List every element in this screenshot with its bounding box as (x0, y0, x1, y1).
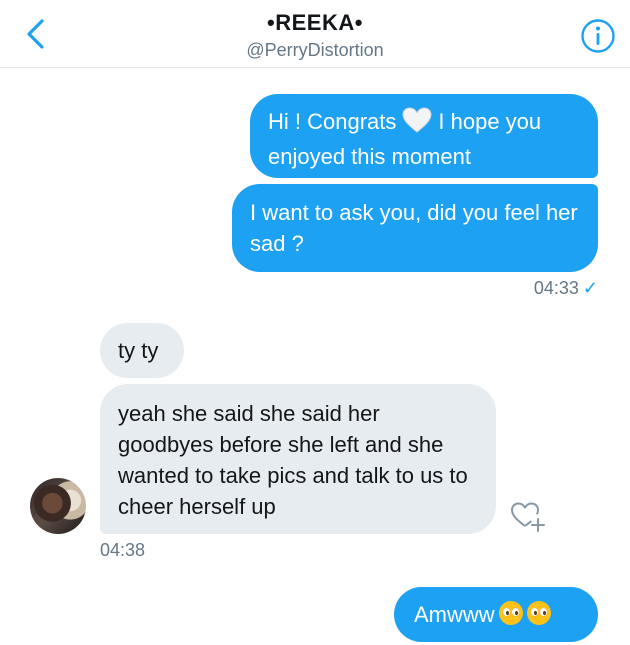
message-text: yeah she said she said her goodbyes befo… (118, 401, 468, 519)
pleading-face-emoji-icon (498, 601, 523, 625)
white-heart-icon (402, 107, 432, 141)
message-text: Amwww (414, 602, 495, 627)
message-bubble-incoming[interactable]: yeah she said she said her goodbyes befo… (100, 384, 496, 534)
message-bubble-incoming[interactable]: ty ty (100, 323, 184, 378)
timestamp-text: 04:33 (533, 278, 579, 298)
pleading-face-emoji-icon (526, 601, 551, 625)
message-timestamp-outgoing: 04:33 ✓ (534, 278, 598, 299)
conversation-title: •REEKA• (267, 10, 363, 35)
message-bubble-outgoing[interactable]: Amwww (394, 587, 598, 642)
read-check-icon: ✓ (582, 278, 598, 298)
message-timestamp-incoming: 04:38 (100, 540, 146, 560)
conversation-header: •REEKA• @PerryDistortion (0, 0, 630, 68)
message-bubble-outgoing[interactable]: I want to ask you, did you feel her sad … (232, 184, 598, 272)
info-icon[interactable] (580, 18, 616, 54)
message-text: I want to ask you, did you feel her sad … (250, 200, 578, 256)
heart-add-reaction-icon[interactable] (508, 498, 548, 534)
message-text: Hi ! Congrats (268, 109, 397, 134)
message-text: ty ty (118, 338, 159, 363)
conversation-title-block: •REEKA• @PerryDistortion (0, 10, 630, 62)
message-bubble-outgoing[interactable]: Hi ! Congrats I hope you enjoyed this mom… (250, 94, 598, 178)
conversation-handle: @PerryDistortion (246, 40, 384, 60)
sender-avatar[interactable] (30, 478, 86, 534)
